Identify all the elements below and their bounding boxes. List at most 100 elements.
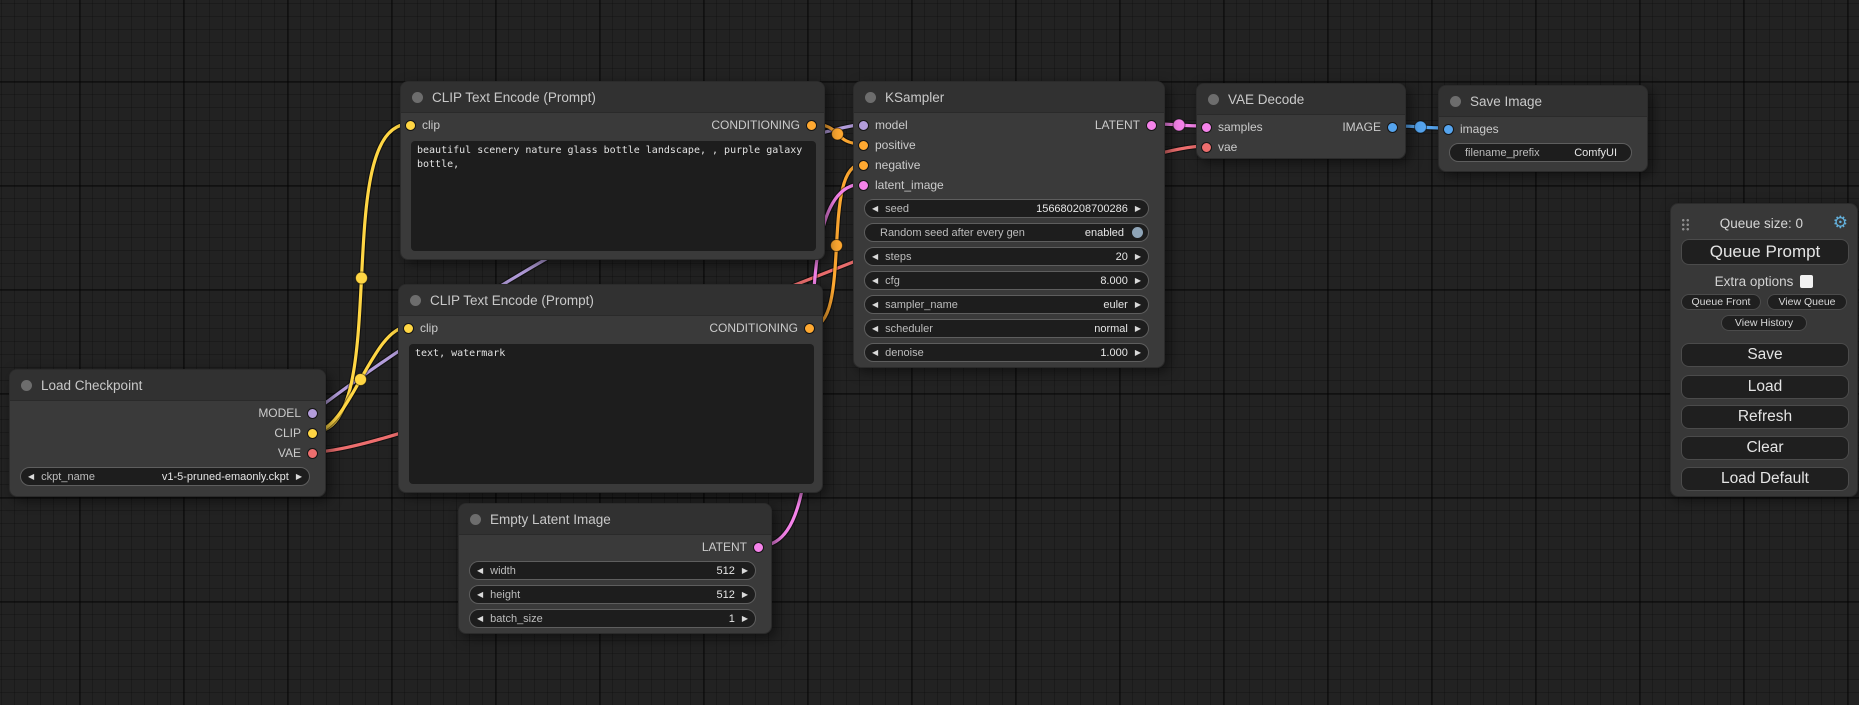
conditioning-slot-icon[interactable] (806, 120, 817, 131)
node-title-bar[interactable]: Load Checkpoint (10, 370, 325, 401)
node-empty-latent-image[interactable]: Empty Latent Image LATENT ◀width512▶ ◀heigh… (458, 503, 772, 634)
queue-prompt-button[interactable]: Queue Prompt (1681, 239, 1849, 265)
decrement-arrow-icon[interactable]: ◀ (872, 301, 878, 309)
node-vae-decode[interactable]: VAE Decode samples IMAGE vae (1196, 83, 1406, 159)
prompt-textarea[interactable]: text, watermark (409, 344, 814, 484)
collapse-dot-icon[interactable] (470, 514, 481, 525)
node-clip-text-encode-positive[interactable]: CLIP Text Encode (Prompt)clipCONDITIONIN… (400, 81, 825, 260)
node-title-bar[interactable]: Save Image (1439, 86, 1647, 117)
widget-steps[interactable]: ◀steps20▶ (864, 247, 1149, 266)
prompt-textarea[interactable]: beautiful scenery nature glass bottle la… (411, 141, 816, 251)
output-slot-VAE[interactable]: VAE (278, 446, 325, 460)
decrement-arrow-icon[interactable]: ◀ (872, 205, 878, 213)
output-slot-LATENT[interactable]: LATENT (1095, 118, 1164, 132)
output-slot-MODEL[interactable]: MODEL (258, 406, 325, 420)
decrement-arrow-icon[interactable]: ◀ (477, 567, 483, 575)
output-slot-CONDITIONING[interactable]: CONDITIONING (711, 118, 824, 132)
latent-slot-icon[interactable] (753, 542, 764, 553)
widget-batch-size[interactable]: ◀batch_size1▶ (469, 609, 756, 628)
output-slot-LATENT[interactable]: LATENT (702, 540, 771, 554)
conditioning-slot-icon[interactable] (858, 140, 869, 151)
decrement-arrow-icon[interactable]: ◀ (477, 591, 483, 599)
refresh-button[interactable]: Refresh (1681, 405, 1849, 429)
image-slot-icon[interactable] (1387, 122, 1398, 133)
node-ksampler[interactable]: KSampler model LATENT positive negative laten… (853, 81, 1165, 368)
input-slot-latent_image[interactable]: latent_image (854, 178, 944, 192)
input-slot-images[interactable]: images (1439, 122, 1499, 136)
increment-arrow-icon[interactable]: ▶ (1135, 205, 1141, 213)
save-button[interactable]: Save (1681, 343, 1849, 367)
vae-slot-icon[interactable] (1201, 142, 1212, 153)
increment-arrow-icon[interactable]: ▶ (742, 567, 748, 575)
model-slot-icon[interactable] (307, 408, 318, 419)
clip-slot-icon[interactable] (405, 120, 416, 131)
increment-arrow-icon[interactable]: ▶ (296, 473, 302, 481)
decrement-arrow-icon[interactable]: ◀ (872, 277, 878, 285)
latent-slot-icon[interactable] (1146, 120, 1157, 131)
output-slot-CLIP[interactable]: CLIP (274, 426, 325, 440)
node-title-bar[interactable]: VAE Decode (1197, 84, 1405, 115)
widget-denoise[interactable]: ◀denoise1.000▶ (864, 343, 1149, 362)
node-clip-text-encode-negative[interactable]: CLIP Text Encode (Prompt) clip CONDITIONIN… (398, 284, 823, 493)
latent-slot-icon[interactable] (858, 180, 869, 191)
collapse-dot-icon[interactable] (1450, 96, 1461, 107)
decrement-arrow-icon[interactable]: ◀ (872, 349, 878, 357)
collapse-dot-icon[interactable] (412, 92, 423, 103)
toggle-icon[interactable] (1131, 226, 1144, 239)
widget-cfg[interactable]: ◀cfg8.000▶ (864, 271, 1149, 290)
increment-arrow-icon[interactable]: ▶ (1135, 301, 1141, 309)
decrement-arrow-icon[interactable]: ◀ (872, 325, 878, 333)
graph-canvas[interactable]: Load Checkpoint MODEL CLIP VAE ◀ckpt_namev1-… (0, 0, 1859, 705)
node-load-checkpoint[interactable]: Load Checkpoint MODEL CLIP VAE ◀ckpt_namev1-… (9, 369, 326, 497)
decrement-arrow-icon[interactable]: ◀ (477, 615, 483, 623)
view-queue-button[interactable]: View Queue (1767, 294, 1847, 310)
collapse-dot-icon[interactable] (410, 295, 421, 306)
increment-arrow-icon[interactable]: ▶ (742, 591, 748, 599)
widget-sampler-name[interactable]: ◀sampler_nameeuler▶ (864, 295, 1149, 314)
widget-seed[interactable]: ◀seed156680208700286▶ (864, 199, 1149, 218)
increment-arrow-icon[interactable]: ▶ (742, 615, 748, 623)
load-button[interactable]: Load (1681, 375, 1849, 399)
input-slot-positive[interactable]: positive (854, 138, 916, 152)
input-slot-clip[interactable]: clip (401, 118, 440, 132)
collapse-dot-icon[interactable] (865, 92, 876, 103)
increment-arrow-icon[interactable]: ▶ (1135, 253, 1141, 261)
input-slot-model[interactable]: model (854, 118, 908, 132)
widget-width[interactable]: ◀width512▶ (469, 561, 756, 580)
output-slot-IMAGE[interactable]: IMAGE (1342, 120, 1405, 134)
image-slot-icon[interactable] (1443, 124, 1454, 135)
widget-scheduler[interactable]: ◀schedulernormal▶ (864, 319, 1149, 338)
drag-handle-icon[interactable] (1681, 218, 1690, 231)
input-slot-negative[interactable]: negative (854, 158, 920, 172)
collapse-dot-icon[interactable] (1208, 94, 1219, 105)
input-slot-samples[interactable]: samples (1197, 120, 1263, 134)
increment-arrow-icon[interactable]: ▶ (1135, 325, 1141, 333)
widget-filename-prefix[interactable]: filename_prefixComfyUI (1449, 143, 1632, 162)
decrement-arrow-icon[interactable]: ◀ (28, 473, 34, 481)
load-default-button[interactable]: Load Default (1681, 467, 1849, 491)
gear-icon[interactable]: ⚙ (1833, 215, 1848, 232)
clear-button[interactable]: Clear (1681, 436, 1849, 460)
extra-options-checkbox[interactable] (1800, 275, 1813, 288)
model-slot-icon[interactable] (858, 120, 869, 131)
clip-slot-icon[interactable] (307, 428, 318, 439)
input-slot-clip[interactable]: clip (399, 321, 438, 335)
widget-random-seed-after-every-gen[interactable]: Random seed after every genenabled (864, 223, 1149, 242)
decrement-arrow-icon[interactable]: ◀ (872, 253, 878, 261)
increment-arrow-icon[interactable]: ▶ (1135, 277, 1141, 285)
conditioning-slot-icon[interactable] (858, 160, 869, 171)
node-title-bar[interactable]: Empty Latent Image (459, 504, 771, 535)
output-slot-CONDITIONING[interactable]: CONDITIONING (709, 321, 822, 335)
vae-slot-icon[interactable] (307, 448, 318, 459)
queue-front-button[interactable]: Queue Front (1681, 294, 1761, 310)
node-title-bar[interactable]: CLIP Text Encode (Prompt) (399, 285, 822, 316)
widget-height[interactable]: ◀height512▶ (469, 585, 756, 604)
conditioning-slot-icon[interactable] (804, 323, 815, 334)
view-history-button[interactable]: View History (1721, 315, 1807, 331)
node-title-bar[interactable]: KSampler (854, 82, 1164, 113)
input-slot-vae[interactable]: vae (1197, 140, 1237, 154)
node-save-image[interactable]: Save Image images filename_prefixComfyUI (1438, 85, 1648, 172)
increment-arrow-icon[interactable]: ▶ (1135, 349, 1141, 357)
widget-ckpt-name[interactable]: ◀ckpt_namev1-5-pruned-emaonly.ckpt▶ (20, 467, 310, 486)
clip-slot-icon[interactable] (403, 323, 414, 334)
